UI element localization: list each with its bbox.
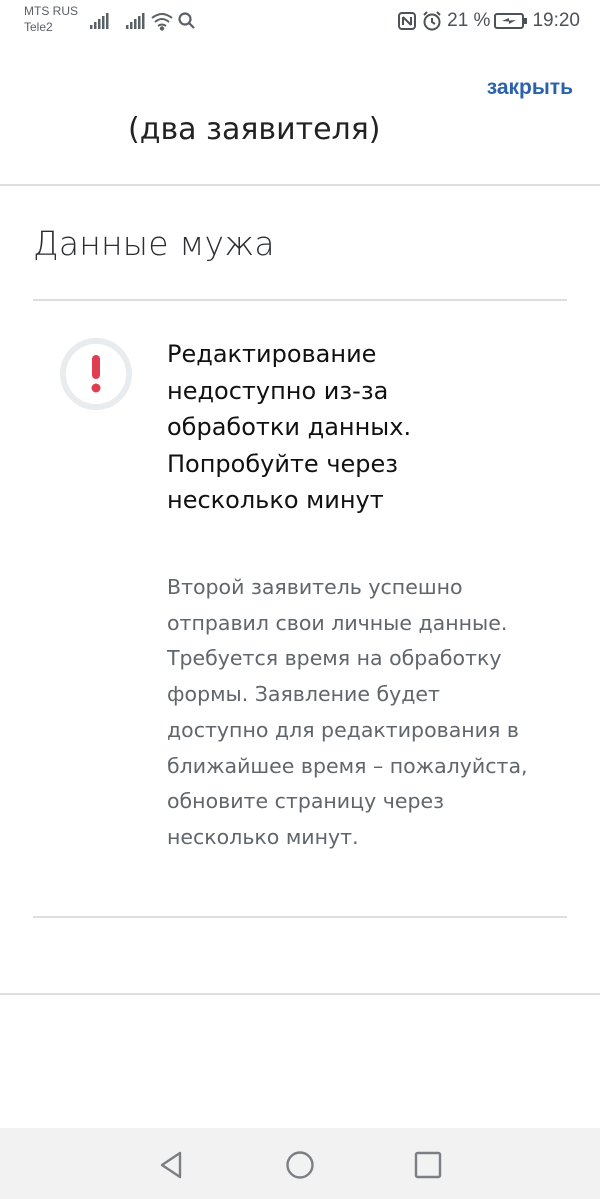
carrier-info: MTS RUS Tele2 [24,3,78,35]
page-title: (два заявителя) [128,112,381,146]
section-divider [33,299,567,301]
wifi-icon [151,13,173,31]
signal-icon [126,13,145,29]
navigation-bar [0,1128,600,1199]
recents-icon[interactable] [410,1147,446,1183]
search-icon [178,12,195,29]
close-button[interactable]: закрыть [487,73,573,103]
footer-divider [0,993,600,995]
home-icon[interactable] [282,1147,318,1183]
battery-percent: 21 % [447,10,491,31]
status-icons-right: 21 % 19:20 [397,8,580,34]
carrier-2: Tele2 [24,20,53,34]
status-icons-left [90,10,200,32]
carrier-1: MTS RUS [24,4,78,18]
exclamation-icon [58,336,134,412]
page-title-clipped: (два заявителя) [0,106,600,146]
notice-divider [33,916,567,918]
alarm-icon [423,11,441,31]
section-heading: Данные мужа [33,224,275,263]
clock: 19:20 [532,10,580,31]
nfc-icon [398,12,417,30]
back-icon[interactable] [154,1147,190,1183]
signal-icon [90,13,109,29]
screen: MTS RUS Tele2 21 % 19:20 закрыть (два за… [0,0,600,1199]
header-divider [0,184,600,186]
battery-charging-icon [494,13,528,29]
status-bar: MTS RUS Tele2 21 % 19:20 [0,0,600,44]
notice-title: Редактирование недоступно из-за обработк… [167,340,412,514]
notice-body: Второй заявитель успешно отправил свои л… [167,575,528,849]
